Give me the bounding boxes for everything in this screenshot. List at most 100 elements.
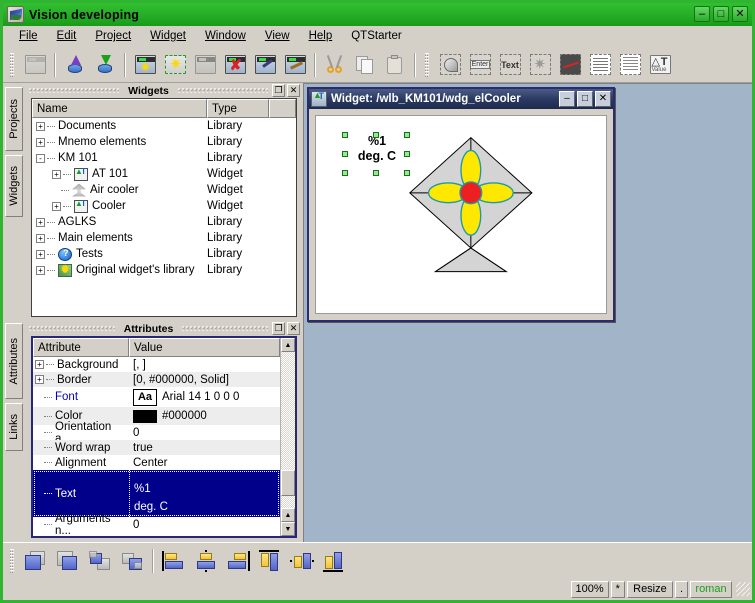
bring-to-front-icon[interactable] bbox=[20, 546, 52, 576]
widget-close-button[interactable]: ✕ bbox=[595, 91, 611, 107]
diagram-element-icon[interactable] bbox=[555, 50, 585, 80]
expander-icon[interactable]: + bbox=[36, 265, 45, 275]
attributes-panel-drag-handle[interactable] bbox=[25, 326, 119, 331]
expander-icon[interactable]: + bbox=[36, 233, 45, 243]
column-header-value[interactable]: Value bbox=[129, 338, 280, 357]
expander-icon[interactable]: + bbox=[52, 169, 61, 179]
table-row[interactable]: + Tests Library bbox=[32, 246, 296, 262]
align-center-horizontal-icon[interactable] bbox=[190, 546, 222, 576]
widgets-panel-close-button[interactable]: ✕ bbox=[287, 84, 300, 97]
selected-text-element[interactable]: %1 deg. C bbox=[342, 132, 410, 176]
delete-widget-icon[interactable]: ✘ bbox=[220, 50, 250, 80]
status-zoom[interactable]: 100% bbox=[570, 580, 609, 598]
table-row[interactable]: + Mnemo elements Library bbox=[32, 134, 296, 150]
widget-editor-window[interactable]: Widget: /wlb_KM101/wdg_elCooler – □ ✕ bbox=[307, 87, 615, 322]
align-right-icon[interactable] bbox=[222, 546, 254, 576]
value-element-icon[interactable]: △ T Value bbox=[645, 50, 675, 80]
protocol-element-icon[interactable] bbox=[585, 50, 615, 80]
add-widget-icon[interactable] bbox=[190, 50, 220, 80]
raise-one-icon[interactable] bbox=[84, 546, 116, 576]
expander-icon[interactable]: + bbox=[52, 201, 61, 211]
scroll-down-button[interactable]: ▼ bbox=[281, 522, 295, 536]
table-row[interactable]: - KM 101 Library bbox=[32, 150, 296, 166]
expander-icon[interactable]: + bbox=[36, 137, 45, 147]
menu-project[interactable]: Project bbox=[87, 28, 139, 44]
widgets-panel-drag-handle-2[interactable] bbox=[174, 88, 272, 93]
attributes-panel-float-button[interactable]: ❐ bbox=[272, 322, 285, 335]
expander-icon[interactable]: - bbox=[36, 153, 45, 163]
sidebar-item-projects[interactable]: Projects bbox=[5, 87, 23, 151]
send-to-back-icon[interactable] bbox=[52, 546, 84, 576]
form-element-icon[interactable]: Enter bbox=[465, 50, 495, 80]
font-preview-chip[interactable]: Aa bbox=[133, 388, 157, 406]
table-row[interactable]: + Background [, ] bbox=[33, 357, 280, 372]
scroll-up-button[interactable]: ▲ bbox=[281, 338, 295, 352]
resize-handle-n[interactable] bbox=[373, 132, 379, 138]
widget-canvas[interactable]: %1 deg. C bbox=[315, 115, 607, 314]
table-row-selected[interactable]: Text %1 deg. C bbox=[33, 470, 280, 517]
attributes-panel-drag-handle-2[interactable] bbox=[178, 326, 272, 331]
table-row[interactable]: Word wrap true bbox=[33, 440, 280, 455]
menu-edit[interactable]: Edit bbox=[49, 28, 85, 44]
column-header-name[interactable]: Name bbox=[32, 99, 207, 118]
toolbar-grip-2[interactable] bbox=[423, 52, 432, 78]
widget-editor-titlebar[interactable]: Widget: /wlb_KM101/wdg_elCooler – □ ✕ bbox=[309, 89, 613, 109]
db-load-icon[interactable] bbox=[60, 50, 90, 80]
widget-maximize-button[interactable]: □ bbox=[577, 91, 593, 107]
align-center-vertical-icon[interactable] bbox=[286, 546, 318, 576]
widgets-tree[interactable]: Name Type + Documents Library + Mnemo el… bbox=[31, 98, 297, 317]
resize-handle-nw[interactable] bbox=[342, 132, 348, 138]
widget-minimize-button[interactable]: – bbox=[559, 91, 575, 107]
close-button[interactable]: ✕ bbox=[732, 6, 748, 22]
align-top-icon[interactable] bbox=[254, 546, 286, 576]
expander-icon[interactable]: + bbox=[35, 375, 44, 384]
menu-window[interactable]: Window bbox=[197, 28, 254, 44]
copy-icon[interactable] bbox=[350, 50, 380, 80]
text-element-icon[interactable]: Text bbox=[495, 50, 525, 80]
paste-icon[interactable] bbox=[380, 50, 410, 80]
sidebar-item-attributes[interactable]: Attributes bbox=[5, 323, 23, 399]
resize-grip[interactable] bbox=[736, 582, 750, 596]
resize-handle-s[interactable] bbox=[373, 170, 379, 176]
mdi-workspace[interactable]: Widget: /wlb_KM101/wdg_elCooler – □ ✕ bbox=[303, 83, 752, 542]
media-element-icon[interactable]: ✷ bbox=[525, 50, 555, 80]
minimize-button[interactable]: – bbox=[694, 6, 710, 22]
project-export-icon[interactable] bbox=[20, 50, 50, 80]
resize-handle-se[interactable] bbox=[404, 170, 410, 176]
align-bottom-icon[interactable] bbox=[318, 546, 350, 576]
table-row[interactable]: + Main elements Library bbox=[32, 230, 296, 246]
resize-handle-ne[interactable] bbox=[404, 132, 410, 138]
properties-widget-icon[interactable] bbox=[280, 50, 310, 80]
attributes-table[interactable]: Attribute Value + Background [,] + Bord… bbox=[31, 336, 297, 538]
new-widget-icon[interactable]: ✷ bbox=[130, 50, 160, 80]
table-row[interactable]: + Border [0, #000000, Solid] bbox=[33, 372, 280, 387]
new-library-icon[interactable]: ✷ bbox=[160, 50, 190, 80]
scrollbar-track-lower[interactable] bbox=[281, 496, 295, 508]
table-row[interactable]: + AGLKS Library bbox=[32, 214, 296, 230]
menu-widget[interactable]: Widget bbox=[142, 28, 194, 44]
table-row[interactable]: Font Aa Arial 14 1 0 0 0 bbox=[33, 387, 280, 407]
scrollbar-track[interactable] bbox=[281, 352, 295, 470]
table-row[interactable]: Air cooler Widget bbox=[32, 182, 296, 198]
table-row[interactable]: + Cooler Widget bbox=[32, 198, 296, 214]
cut-icon[interactable] bbox=[320, 50, 350, 80]
attributes-panel-close-button[interactable]: ✕ bbox=[287, 322, 300, 335]
menu-file[interactable]: File bbox=[11, 28, 46, 44]
db-save-icon[interactable] bbox=[90, 50, 120, 80]
maximize-button[interactable]: □ bbox=[713, 6, 729, 22]
resize-handle-e[interactable] bbox=[404, 151, 410, 157]
expander-icon[interactable]: + bbox=[36, 249, 45, 259]
toolbar-grip[interactable] bbox=[8, 52, 17, 78]
table-row[interactable]: + Original widget's library Library bbox=[32, 262, 296, 278]
expander-icon[interactable]: + bbox=[36, 217, 45, 227]
align-left-icon[interactable] bbox=[158, 546, 190, 576]
attributes-scrollbar[interactable]: ▲ ▲ ▼ bbox=[280, 338, 295, 536]
table-row[interactable]: Orientation a... 0 bbox=[33, 421, 280, 445]
sidebar-item-widgets[interactable]: Widgets bbox=[5, 155, 23, 217]
widgets-panel-drag-handle[interactable] bbox=[25, 88, 123, 93]
color-swatch[interactable] bbox=[133, 409, 157, 423]
menu-help[interactable]: Help bbox=[301, 28, 341, 44]
expander-icon[interactable]: + bbox=[36, 121, 45, 131]
resize-handle-w[interactable] bbox=[342, 151, 348, 157]
menu-qtstarter[interactable]: QTStarter bbox=[343, 28, 409, 44]
